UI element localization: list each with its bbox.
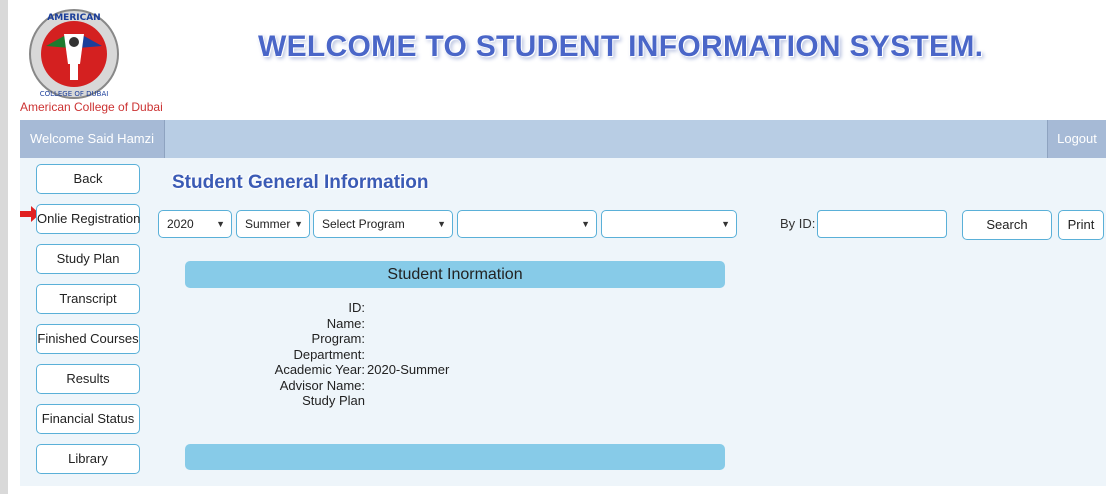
student-info-list: ID: Name: Program: Department: Academic … [240, 300, 540, 409]
main-content: Back Onlie Registration Study Plan Trans… [20, 158, 1106, 486]
info-row-department: Department: [293, 346, 365, 362]
by-id-label: By ID: [780, 216, 816, 231]
info-row-advisor-name: Advisor Name: [279, 377, 365, 393]
print-button[interactable]: Print [1058, 210, 1104, 240]
svg-text:AMERICAN: AMERICAN [47, 13, 100, 23]
department-select[interactable]: ▼ [457, 210, 597, 238]
sidebar: Back Onlie Registration Study Plan Trans… [20, 158, 150, 486]
dropdown-arrow-icon: ▼ [581, 219, 590, 229]
sidebar-item-back[interactable]: Back [36, 164, 140, 194]
dropdown-arrow-icon: ▼ [294, 219, 303, 229]
left-edge-strip [0, 0, 8, 494]
info-row-study-plan: Study Plan [302, 393, 365, 408]
welcome-user-text: Welcome Said Hamzi [20, 120, 166, 158]
page-title: WELCOME TO STUDENT INFORMATION SYSTEM. [258, 30, 984, 63]
info-row-name: Name: [326, 315, 365, 331]
student-information-footer-bar [185, 444, 725, 470]
dropdown-arrow-icon: ▼ [721, 219, 730, 229]
info-row-academic-year: Academic Year: 2020-Summer [274, 362, 450, 377]
sidebar-item-financial-status[interactable]: Financial Status [36, 404, 140, 434]
college-name-caption: American College of Dubai [20, 100, 163, 114]
year-select-value: 2020 [167, 217, 194, 231]
dropdown-arrow-icon: ▼ [216, 219, 225, 229]
info-row-program: Program: [311, 331, 365, 346]
sidebar-item-library[interactable]: Library [36, 444, 140, 474]
by-id-input[interactable] [817, 210, 947, 238]
student-information-header: Student Inormation [185, 261, 725, 288]
year-select[interactable]: 2020 ▼ [158, 210, 232, 238]
top-nav-bar: Welcome Said Hamzi Logout [20, 120, 1106, 158]
sidebar-item-results[interactable]: Results [36, 364, 140, 394]
sidebar-item-finished-courses[interactable]: Finished Courses [36, 324, 140, 354]
term-select[interactable]: Summer ▼ [236, 210, 310, 238]
sidebar-item-study-plan[interactable]: Study Plan [36, 244, 140, 274]
sidebar-item-online-registration[interactable]: Onlie Registration [36, 204, 140, 234]
search-button[interactable]: Search [962, 210, 1052, 240]
sidebar-item-transcript[interactable]: Transcript [36, 284, 140, 314]
logout-button[interactable]: Logout [1047, 120, 1106, 158]
section-title: Student General Information [172, 172, 429, 193]
info-row-id: ID: [348, 300, 365, 315]
svg-text:COLLEGE OF DUBAI: COLLEGE OF DUBAI [40, 90, 109, 98]
college-logo: AMERICAN COLLEGE OF DUBAI [29, 9, 119, 99]
dropdown-arrow-icon: ▼ [437, 219, 446, 229]
student-select[interactable]: ▼ [601, 210, 737, 238]
program-select-value: Select Program [322, 217, 405, 231]
program-select[interactable]: Select Program ▼ [313, 210, 453, 238]
term-select-value: Summer [245, 217, 291, 231]
